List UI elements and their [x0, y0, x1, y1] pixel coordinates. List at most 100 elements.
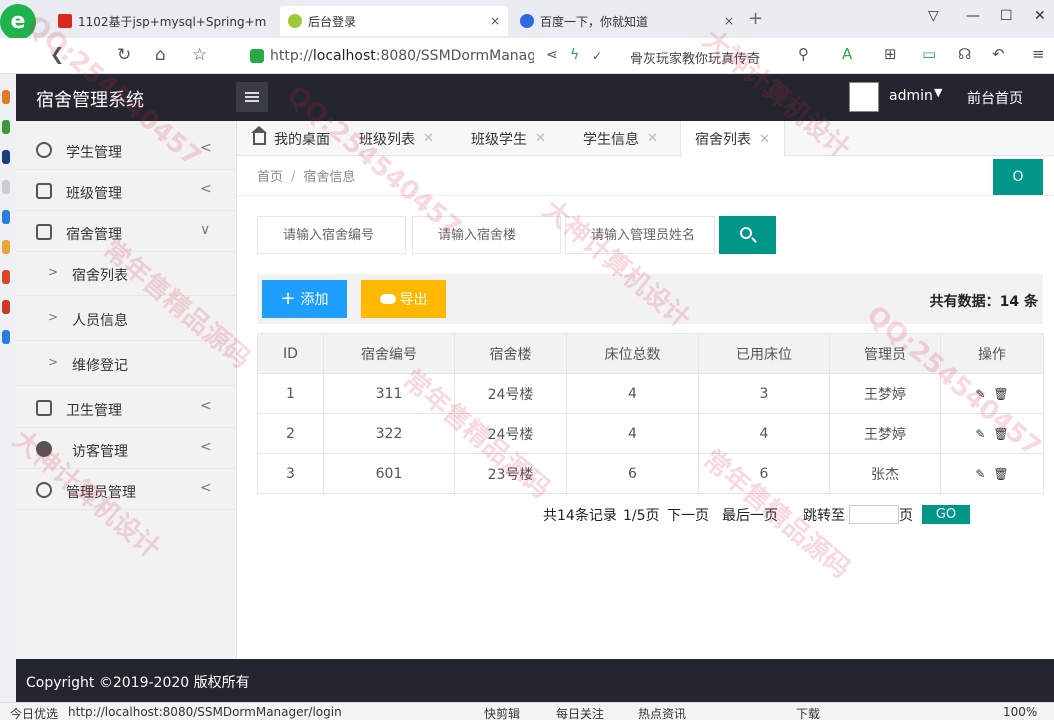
sidebar-app-icon[interactable]	[2, 330, 10, 344]
export-button[interactable]: 导出	[361, 280, 446, 318]
delete-icon[interactable]: 🗑	[993, 427, 1008, 441]
dorm-number-input[interactable]	[257, 216, 406, 254]
translate-icon[interactable]: A	[842, 45, 852, 63]
user-icon	[36, 142, 52, 158]
front-home-link[interactable]: 前台首页	[967, 88, 1023, 108]
jump-page-input[interactable]	[849, 505, 899, 524]
sidebar-app-icon[interactable]	[2, 120, 10, 134]
column-header: 床位总数	[566, 333, 699, 374]
refresh-button[interactable]: O	[993, 159, 1043, 195]
browser-tab-title: 1102基于jsp+mysql+Spring+m	[78, 14, 267, 29]
dropdown-icon[interactable]: ✓	[592, 49, 602, 63]
sidebar-subitem-personnel[interactable]: > 人员信息	[16, 297, 237, 341]
cell-dorm-number: 322	[323, 413, 455, 454]
delete-icon[interactable]: 🗑	[993, 387, 1008, 401]
dorm-building-input[interactable]	[412, 216, 561, 254]
shirt-skin-icon[interactable]: ▽	[928, 8, 939, 24]
headset-icon[interactable]: ☊	[958, 45, 971, 63]
breadcrumb-current: 宿舍信息	[303, 170, 356, 185]
avatar[interactable]	[849, 82, 879, 112]
sidebar-app-icon[interactable]	[2, 90, 10, 104]
sidebar-item-dorms[interactable]: 宿舍管理 ∨	[16, 212, 237, 252]
sidebar-app-icon[interactable]	[2, 210, 10, 224]
tab-label: 学生信息	[583, 131, 639, 148]
status-left[interactable]: 今日优选	[10, 705, 58, 720]
menu-icon[interactable]: ≡	[1032, 45, 1045, 63]
tab-class-students[interactable]: 班级学生 ✕	[457, 121, 560, 156]
next-page-link[interactable]: 下一页	[667, 505, 709, 525]
sidebar-subitem-dorm-list[interactable]: > 宿舍列表	[16, 252, 237, 296]
back-icon[interactable]: ❮	[50, 45, 64, 65]
tab-dorm-list[interactable]: 宿舍列表 ✕	[680, 121, 785, 157]
browser-side-strip	[0, 74, 16, 702]
close-tab-icon[interactable]: ✕	[759, 132, 770, 147]
close-tab-icon[interactable]: ×	[482, 14, 500, 28]
close-tab-icon[interactable]: ×	[716, 14, 734, 28]
pager-records: 共14条记录	[543, 508, 617, 524]
close-tab-icon[interactable]: ✕	[647, 131, 658, 146]
lightning-icon[interactable]: ϟ	[570, 47, 579, 63]
sidebar-item-hygiene[interactable]: 卫生管理 <	[16, 388, 237, 428]
cell-building: 24号楼	[454, 413, 567, 454]
tab-class-list[interactable]: 班级列表 ✕	[345, 121, 448, 156]
manager-name-input[interactable]	[565, 216, 715, 254]
column-header: 宿舍编号	[323, 333, 455, 374]
sidebar-app-icon[interactable]	[2, 300, 10, 314]
breadcrumb-home[interactable]: 首页	[257, 170, 283, 185]
edit-icon[interactable]: ✎	[975, 387, 985, 401]
maximize-icon[interactable]: ☐	[1000, 8, 1013, 24]
sidebar-app-icon[interactable]	[2, 180, 10, 194]
tab-student-info[interactable]: 学生信息 ✕	[569, 121, 672, 156]
sidebar-item-visitors[interactable]: 访客管理 <	[16, 429, 237, 469]
sidebar-item-label: 宿舍管理	[66, 227, 122, 243]
apps-icon[interactable]: ⊞	[884, 45, 897, 63]
cell-used-beds: 4	[698, 413, 830, 454]
reload-icon[interactable]: ↻	[117, 45, 131, 65]
edit-icon[interactable]: ✎	[975, 427, 985, 441]
status-item-daily[interactable]: 每日关注	[556, 705, 604, 720]
share-icon[interactable]: ⋖	[546, 47, 558, 63]
close-tab-icon[interactable]: ✕	[423, 131, 434, 146]
battery-icon[interactable]: ▭	[922, 45, 936, 63]
status-item-clip[interactable]: 快剪辑	[484, 705, 520, 720]
browser-tab[interactable]: 1102基于jsp+mysql+Spring+m	[50, 6, 280, 36]
column-header: 已用床位	[698, 333, 830, 374]
search-suggestion[interactable]: 骨灰玩家教你玩真传奇	[630, 48, 760, 67]
caret-down-icon[interactable]: ▼	[934, 86, 942, 99]
delete-icon[interactable]: 🗑	[993, 467, 1008, 481]
browser-tab[interactable]: 百度一下，你就知道 ×	[512, 6, 742, 36]
status-item-download[interactable]: 下载	[796, 705, 820, 720]
tab-desktop[interactable]: 我的桌面	[239, 121, 344, 156]
minimize-icon[interactable]: —	[966, 8, 980, 24]
search-icon[interactable]: ⚲	[798, 45, 809, 63]
user-menu[interactable]: admin	[889, 88, 933, 104]
sidebar-app-icon[interactable]	[2, 270, 10, 284]
action-bar: + 添加 导出 共有数据：14 条	[257, 274, 1043, 324]
last-page-link[interactable]: 最后一页	[722, 505, 778, 525]
status-zoom[interactable]: 100%	[1003, 705, 1037, 719]
browser-logo-icon[interactable]: e	[0, 4, 36, 40]
address-bar[interactable]: http://localhost:8080/SSMDormManag	[242, 42, 534, 70]
sidebar-subitem-repairs[interactable]: > 维修登记	[16, 342, 237, 386]
close-tab-icon[interactable]: ✕	[535, 131, 546, 146]
sidebar-app-icon[interactable]	[2, 240, 10, 254]
sidebar-item-classes[interactable]: 班级管理 <	[16, 171, 237, 211]
sidebar-item-students[interactable]: 学生管理 <	[16, 130, 237, 170]
breadcrumb-separator: /	[291, 170, 296, 185]
search-button[interactable]	[719, 216, 776, 254]
go-button[interactable]: GO	[922, 505, 970, 524]
sidebar-item-admins[interactable]: 管理员管理 <	[16, 470, 237, 510]
chevron-left-icon: <	[200, 140, 212, 156]
browser-tab-active[interactable]: 后台登录 ×	[280, 6, 508, 36]
status-item-news[interactable]: 热点资讯	[638, 705, 686, 720]
screenshot-root: e 1102基于jsp+mysql+Spring+m 后台登录 × 百度一下，你…	[0, 0, 1054, 720]
close-window-icon[interactable]: ✕	[1034, 8, 1046, 24]
menu-toggle-icon[interactable]	[236, 82, 268, 112]
edit-icon[interactable]: ✎	[975, 467, 985, 481]
new-tab-icon[interactable]: +	[748, 8, 763, 29]
undo-icon[interactable]: ↶	[992, 45, 1005, 63]
add-button[interactable]: + 添加	[262, 280, 347, 318]
sidebar-app-icon[interactable]	[2, 150, 10, 164]
home-icon[interactable]: ⌂	[155, 45, 166, 65]
star-icon[interactable]: ☆	[192, 45, 207, 65]
